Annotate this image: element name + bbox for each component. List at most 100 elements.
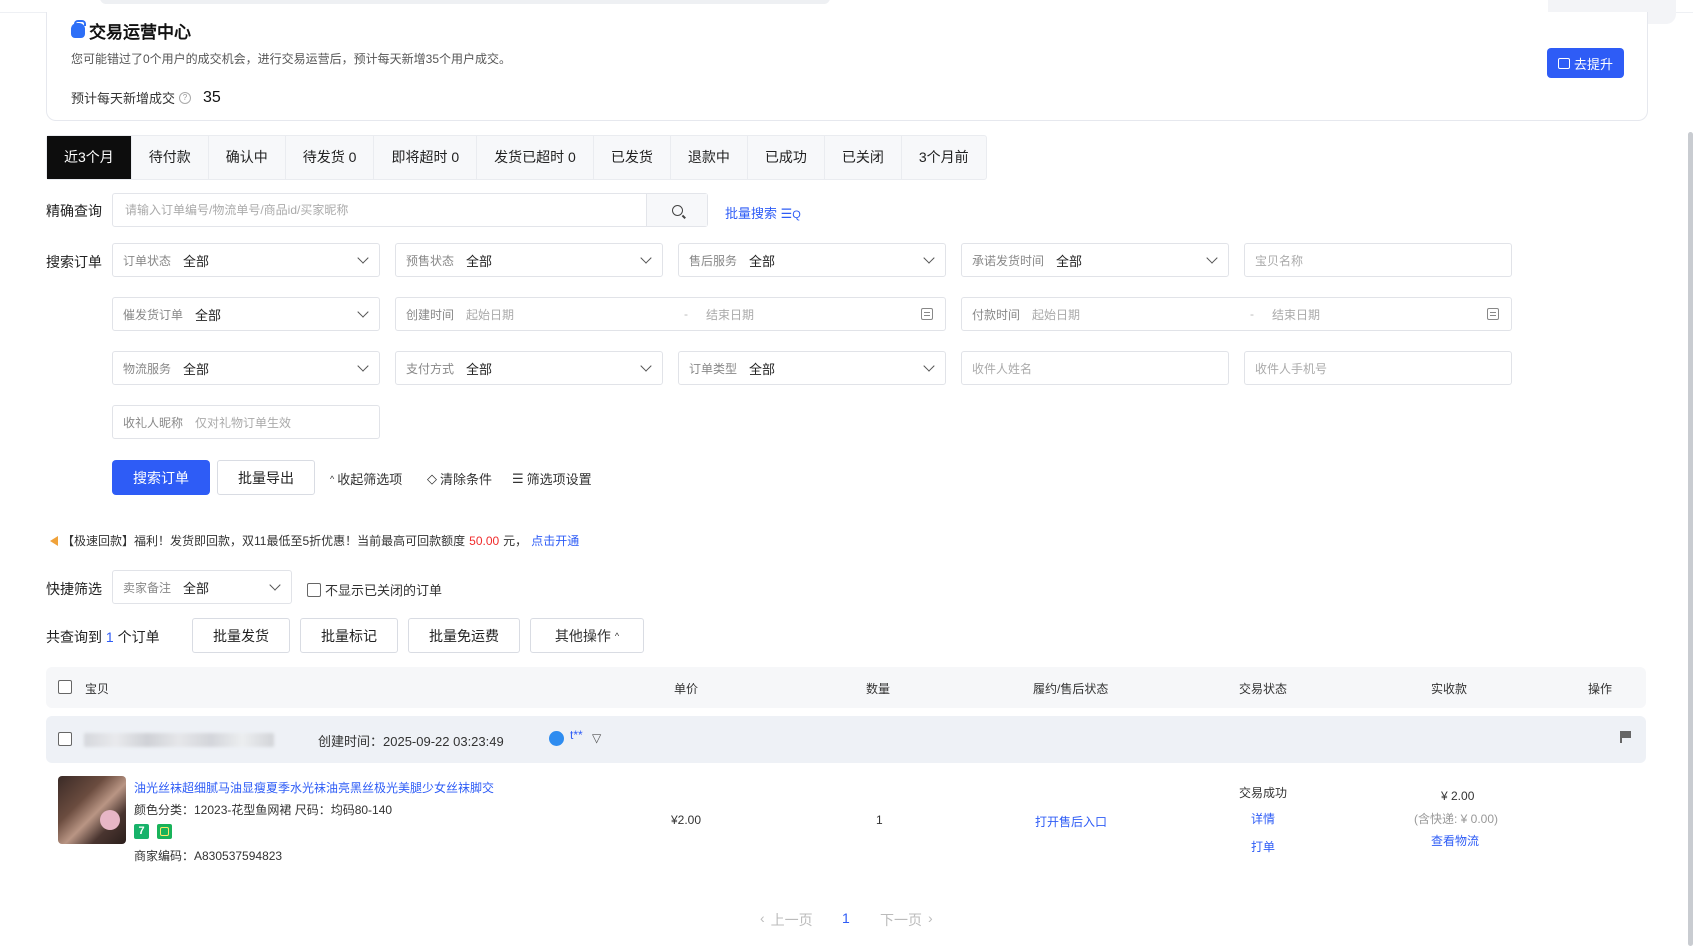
urge-ship-select[interactable]: 催发货订单 全部 [112,297,380,331]
search-orders-button[interactable]: 搜索订单 [112,460,210,495]
merchant-code: 商家编码：A830537594823 [134,849,283,863]
page-number[interactable]: 1 [842,910,850,926]
list-icon: ☰ [512,470,524,486]
scrollbar[interactable] [1688,132,1693,946]
table-header: 宝贝 单价 数量 履约/售后状态 交易状态 实收款 操作 [46,667,1646,708]
chevron-down-icon [357,252,369,264]
tab-ship-overdue[interactable]: 发货已超时 0 [477,136,594,179]
filter-label: 搜索订单 [46,254,102,270]
top-search-strip[interactable] [100,0,830,4]
tab-recent-3-months[interactable]: 近3个月 [47,136,132,179]
product-sku: 颜色分类：12023-花型鱼网裙 尺码：均码80-140 [134,803,393,817]
order-type-select[interactable]: 订单类型 全部 [678,351,946,385]
batch-ship-button[interactable]: 批量发货 [192,618,290,653]
exact-search-box[interactable]: 请输入订单编号/物流单号/商品id/买家昵称 [112,193,708,227]
receiver-name-input[interactable]: 收件人姓名 [961,351,1229,385]
chevron-left-icon: ‹ [760,910,765,926]
unit-price: ¥2.00 [671,813,702,827]
sticker-badge [100,810,120,830]
tab-closed[interactable]: 已关闭 [825,136,902,179]
view-logistics-link[interactable]: 查看物流 [1431,832,1479,849]
batch-search-link[interactable]: 批量搜索 ☰Q [725,203,801,222]
filter-icon[interactable]: ▽ [592,731,601,745]
speaker-icon [50,535,58,546]
batch-free-shipping-button[interactable]: 批量免运费 [408,618,520,653]
chevron-down-icon [923,360,935,372]
promise-ship-time-select[interactable]: 承诺发货时间 全部 [961,243,1229,277]
batch-export-button[interactable]: 批量导出 [217,460,315,495]
clear-conditions-button[interactable]: ◇ 清除条件 [427,469,492,488]
chevron-down-icon [640,252,652,264]
next-page-button[interactable]: 下一页 › [880,910,933,930]
order-status-select[interactable]: 订单状态 全部 [112,243,380,277]
print-link[interactable]: 打单 [1251,838,1275,855]
logistics-select[interactable]: 物流服务 全部 [112,351,380,385]
chevron-up-icon: ^ [614,630,620,641]
tab-before-3-months[interactable]: 3个月前 [902,136,986,179]
received-amount: ¥ 2.00 [1441,789,1475,803]
hide-closed-checkbox[interactable]: 不显示已关闭的订单 [307,580,442,599]
other-actions-button[interactable]: 其他操作 ^ [530,618,644,653]
promo-notice: 【极速回款】福利！发货即回款，双11最低至5折优惠！当前最高可回款额度 50.00… [50,532,579,549]
result-count: 共查询到 1 个订单 [46,629,160,645]
batch-mark-button[interactable]: 批量标记 [300,618,398,653]
exact-search-button[interactable] [646,194,707,226]
notice-amount: 50.00 [469,533,500,548]
tab-succeeded[interactable]: 已成功 [748,136,825,179]
calendar-icon [1487,308,1499,320]
seven-day-return-badge: 7 [134,824,149,839]
order-tabs: 近3个月 待付款 确认中 待发货 0 即将超时 0 发货已超时 0 已发货 退款… [46,135,987,180]
shipping-note: (含快递: ¥ 0.00) [1414,812,1499,826]
open-service-link[interactable]: 点击开通 [531,532,579,549]
quick-filter-label: 快捷筛选 [46,581,102,597]
exact-search-label: 精确查询 [46,203,102,219]
chevron-down-icon [923,252,935,264]
quantity: 1 [876,813,883,827]
exact-search-input[interactable]: 请输入订单编号/物流单号/商品id/买家昵称 [113,194,646,226]
help-icon[interactable]: ? [179,91,192,104]
calendar-icon [921,308,933,320]
pay-time-range[interactable]: 付款时间 起始日期 - 结束日期 [961,297,1512,331]
item-name-input[interactable]: 宝贝名称 [1244,243,1512,277]
tab-shipped[interactable]: 已发货 [594,136,671,179]
after-sale-entry-link[interactable]: 打开售后入口 [1035,813,1107,830]
search-icon: Q [792,209,801,221]
service-badge-icon [157,824,172,839]
gift-nick-input[interactable]: 收礼人昵称 仅对礼物订单生效 [112,405,380,439]
prev-page-button[interactable]: ‹ 上一页 [760,910,813,930]
buyer-nick[interactable]: t** [570,728,583,742]
tab-confirming[interactable]: 确认中 [209,136,286,179]
tab-to-ship[interactable]: 待发货 0 [286,136,375,179]
eraser-icon: ◇ [427,470,437,486]
collapse-filters-button[interactable]: ^ 收起筛选项 [330,469,402,488]
chevron-down-icon [1206,252,1218,264]
improve-button[interactable]: 去提升 [1547,48,1624,78]
money-bag-icon [71,20,86,38]
after-sale-select[interactable]: 售后服务 全部 [678,243,946,277]
product-title-link[interactable]: 油光丝袜超细腻马油显瘦夏季水光袜油亮黑丝极光美腿少女丝袜脚交 [134,779,494,796]
seller-remark-select[interactable]: 卖家备注 全部 [112,570,292,604]
tab-pending-payment[interactable]: 待付款 [132,136,209,179]
flag-icon[interactable] [1620,731,1632,743]
receiver-phone-input[interactable]: 收件人手机号 [1244,351,1512,385]
pay-method-select[interactable]: 支付方式 全部 [395,351,663,385]
chevron-right-icon: › [928,910,933,926]
tab-about-to-timeout[interactable]: 即将超时 0 [374,136,478,179]
detail-link[interactable]: 详情 [1251,810,1275,827]
stat-value: 35 [203,88,221,106]
order-number-redacted [84,733,274,747]
tab-refunding[interactable]: 退款中 [671,136,748,179]
chat-icon [1557,57,1570,69]
order-checkbox[interactable] [58,732,72,746]
card-title: 交易运营中心 [71,18,191,43]
daily-stat: 预计每天新增成交 ? 35 [71,88,221,107]
select-all-checkbox[interactable] [58,680,72,694]
checkbox[interactable] [307,582,321,597]
create-time-range[interactable]: 创建时间 起始日期 - 结束日期 [395,297,946,331]
presale-status-select[interactable]: 预售状态 全部 [395,243,663,277]
chat-icon[interactable] [549,731,564,746]
chevron-down-icon [357,306,369,318]
filter-settings-button[interactable]: ☰ 筛选项设置 [512,469,592,488]
trade-status: 交易成功 [1239,786,1288,800]
product-thumbnail[interactable] [58,776,126,844]
